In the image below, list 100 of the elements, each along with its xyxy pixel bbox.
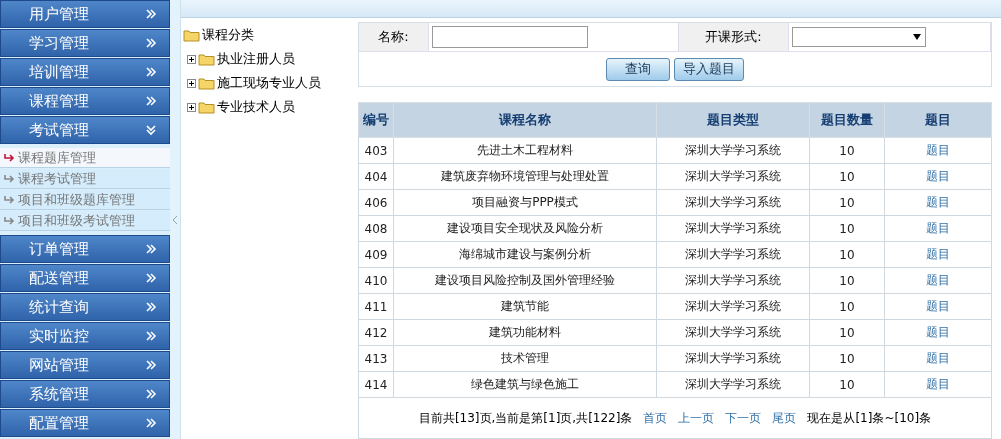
table-cell: 404: [358, 163, 394, 190]
chevron-right-icon: [145, 66, 157, 78]
pager-link[interactable]: 上一页: [678, 409, 715, 427]
table-cell: 深圳大学学习系统: [656, 137, 810, 164]
menu-item[interactable]: 用户管理: [0, 0, 170, 28]
chevron-right-icon: [145, 37, 157, 49]
arrow-icon: [4, 174, 15, 183]
question-link[interactable]: 题目: [926, 273, 950, 287]
question-link[interactable]: 题目: [926, 247, 950, 261]
table-cell: 403: [358, 137, 394, 164]
question-link[interactable]: 题目: [926, 377, 950, 391]
question-link[interactable]: 题目: [926, 351, 950, 365]
chevron-right-icon: [145, 417, 157, 429]
table-cell: 409: [358, 241, 394, 268]
import-button[interactable]: 导入题目: [674, 57, 744, 81]
table-cell: 深圳大学学习系统: [656, 293, 810, 320]
pager-summary: 目前共[13]页,当前是第[1]页,共[122]条: [418, 409, 633, 427]
table-cell: 建筑节能: [393, 293, 657, 320]
chevron-right-icon: [145, 388, 157, 400]
table-cell: 10: [809, 163, 885, 190]
table-cell: 海绵城市建设与案例分析: [393, 241, 657, 268]
submenu-item[interactable]: 项目和班级考试管理: [0, 211, 170, 231]
column-header: 题目类型: [656, 102, 810, 138]
mode-select[interactable]: [792, 27, 926, 47]
menu-item[interactable]: 课程管理: [0, 87, 170, 115]
dropdown-icon: [913, 34, 921, 40]
tree-node[interactable]: 执业注册人员: [217, 50, 295, 68]
question-link[interactable]: 题目: [926, 169, 950, 183]
field-label: 开课形式:: [705, 28, 762, 46]
menu-item[interactable]: 网站管理: [0, 351, 170, 379]
table-cell: 10: [809, 215, 885, 242]
pager-link[interactable]: 尾页: [772, 409, 797, 427]
tree-node[interactable]: 专业技术人员: [217, 98, 295, 116]
table-cell: 深圳大学学习系统: [656, 189, 810, 216]
table-cell: 408: [358, 215, 394, 242]
table-cell: 10: [809, 137, 885, 164]
table-cell: 建设项目安全现状及风险分析: [393, 215, 657, 242]
question-link[interactable]: 题目: [926, 195, 950, 209]
chevron-right-icon: [145, 301, 157, 313]
table-cell: 10: [809, 241, 885, 268]
question-link[interactable]: 题目: [926, 143, 950, 157]
menu-item[interactable]: 统计查询: [0, 293, 170, 321]
table-cell: 411: [358, 293, 394, 320]
tree-node[interactable]: 课程分类: [202, 26, 254, 44]
chevron-right-icon: [145, 272, 157, 284]
menu-item[interactable]: 系统管理: [0, 380, 170, 408]
table-cell: 410: [358, 267, 394, 294]
name-input[interactable]: [432, 26, 588, 48]
question-link[interactable]: 题目: [926, 221, 950, 235]
column-header: 课程名称: [393, 102, 657, 138]
menu-item[interactable]: 学习管理: [0, 29, 170, 57]
arrow-icon: [4, 153, 15, 162]
folder-icon: [183, 28, 200, 42]
arrow-icon: [4, 195, 15, 204]
submenu-item[interactable]: 项目和班级题库管理: [0, 190, 170, 210]
chevron-right-icon: [145, 95, 157, 107]
table-cell: 先进土木工程材料: [393, 137, 657, 164]
expand-icon[interactable]: [187, 54, 196, 64]
tree-node[interactable]: 施工现场专业人员: [217, 74, 321, 92]
table-cell: 10: [809, 319, 885, 346]
expand-icon[interactable]: [187, 102, 196, 112]
arrow-icon: [4, 216, 15, 225]
table-cell: 10: [809, 345, 885, 372]
column-header: 题目: [884, 102, 992, 138]
menu-item[interactable]: 培训管理: [0, 58, 170, 86]
menu-item[interactable]: 考试管理: [0, 116, 170, 144]
chevron-down-icon: [145, 124, 157, 136]
submenu-item[interactable]: 课程题库管理: [0, 148, 170, 168]
pager-range: 现在是从[1]条~[10]条: [807, 409, 932, 427]
table-cell: 建设项目风险控制及国外管理经验: [393, 267, 657, 294]
question-link[interactable]: 题目: [926, 299, 950, 313]
menu-item[interactable]: 订单管理: [0, 235, 170, 263]
column-header: 编号: [358, 102, 394, 138]
table-cell: 深圳大学学习系统: [656, 267, 810, 294]
chevron-right-icon: [145, 243, 157, 255]
table-cell: 建筑功能材料: [393, 319, 657, 346]
table-cell: 414: [358, 371, 394, 398]
menu-item[interactable]: 配置管理: [0, 409, 170, 437]
table-cell: 深圳大学学习系统: [656, 215, 810, 242]
pager-link[interactable]: 首页: [643, 409, 668, 427]
expand-icon[interactable]: [187, 78, 196, 88]
question-link[interactable]: 题目: [926, 325, 950, 339]
table-cell: 建筑废弃物环境管理与处理处置: [393, 163, 657, 190]
table-cell: 10: [809, 371, 885, 398]
chevron-right-icon: [145, 330, 157, 342]
table-cell: 10: [809, 267, 885, 294]
column-header: 题目数量: [809, 102, 885, 138]
table-cell: 项目融资与PPP模式: [393, 189, 657, 216]
table-cell: 10: [809, 189, 885, 216]
pager-link[interactable]: 下一页: [725, 409, 762, 427]
menu-item[interactable]: 配送管理: [0, 264, 170, 292]
query-button[interactable]: 查询: [606, 57, 670, 81]
table-cell: 深圳大学学习系统: [656, 241, 810, 268]
submenu-item[interactable]: 课程考试管理: [0, 169, 170, 189]
menu-item[interactable]: 实时监控: [0, 322, 170, 350]
folder-icon: [198, 76, 215, 90]
table-cell: 深圳大学学习系统: [656, 319, 810, 346]
field-label: 名称:: [378, 28, 409, 46]
chevron-right-icon: [145, 359, 157, 371]
table-cell: 10: [809, 293, 885, 320]
